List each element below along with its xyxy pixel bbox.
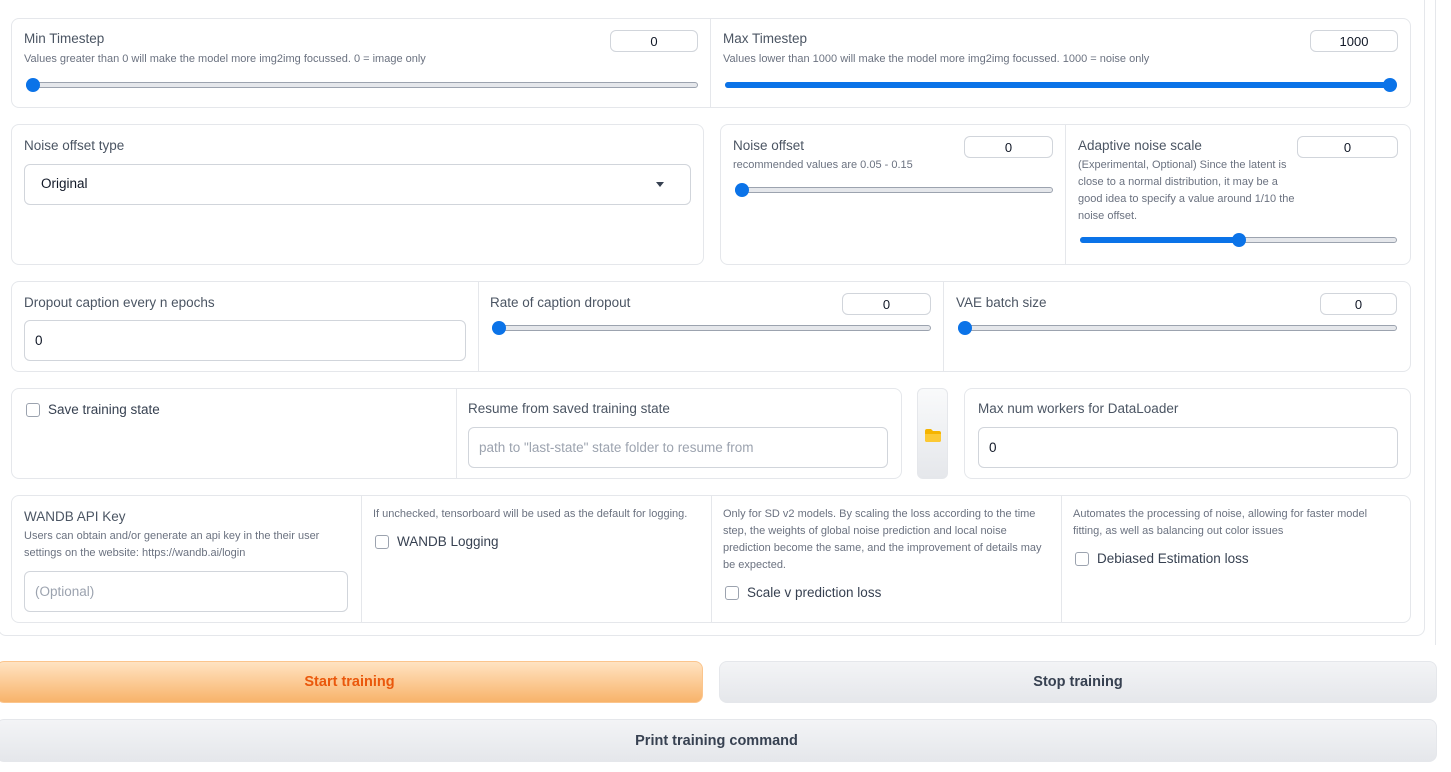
vae-batch-size-slider[interactable] (958, 321, 1397, 337)
min-timestep-label: Min Timestep (24, 31, 105, 46)
wandb-logging-label: WANDB Logging (397, 534, 499, 549)
training-state-group: Save training state Resume from saved tr… (11, 388, 902, 479)
noise-offset-slider[interactable] (735, 183, 1053, 199)
wandb-logging-info: If unchecked, tensorboard will be used a… (373, 508, 688, 520)
slider-thumb[interactable] (958, 321, 972, 335)
wandb-api-key-label: WANDB API Key (24, 509, 126, 524)
scale-v-info: Only for SD v2 models. By scaling the lo… (723, 508, 1042, 571)
caption-dropout-rate-input[interactable] (842, 293, 931, 315)
wandb-api-key-input[interactable] (24, 571, 348, 612)
max-workers-label: Max num workers for DataLoader (978, 401, 1179, 416)
panel-edge (1435, 0, 1436, 645)
workers-group: Max num workers for DataLoader (964, 388, 1411, 479)
max-timestep-input[interactable] (1310, 30, 1398, 52)
adaptive-noise-label: Adaptive noise scale (1078, 138, 1202, 153)
save-training-state-checkbox[interactable] (26, 403, 40, 417)
stop-training-button[interactable]: Stop training (719, 661, 1437, 703)
caption-dropout-rate-slider[interactable] (492, 321, 931, 337)
slider-thumb[interactable] (1231, 233, 1246, 247)
max-workers-input[interactable] (978, 427, 1398, 468)
adaptive-noise-info: (Experimental, Optional) Since the laten… (1078, 159, 1295, 222)
noise-offset-type-dropdown[interactable]: Original (24, 164, 691, 205)
debiased-info: Automates the processing of noise, allow… (1073, 508, 1368, 537)
wandb-logging-checkbox[interactable] (375, 535, 389, 549)
resume-state-input[interactable] (468, 427, 888, 468)
adaptive-noise-slider[interactable] (1080, 233, 1397, 249)
min-timestep-info: Values greater than 0 will make the mode… (24, 53, 426, 65)
slider-thumb[interactable] (492, 321, 506, 335)
noise-offset-input[interactable] (964, 136, 1053, 158)
caption-dropout-rate-label: Rate of caption dropout (490, 295, 631, 310)
noise-type-group: Noise offset type Original (11, 124, 704, 265)
start-training-button[interactable]: Start training (0, 661, 703, 703)
max-timestep-slider[interactable] (725, 78, 1397, 94)
debiased-checkbox[interactable] (1075, 552, 1089, 566)
timestep-group: Min Timestep Values greater than 0 will … (11, 18, 1411, 108)
min-timestep-input[interactable] (610, 30, 698, 52)
adaptive-noise-input[interactable] (1297, 136, 1398, 158)
vae-batch-size-input[interactable] (1320, 293, 1397, 315)
vae-batch-size-label: VAE batch size (956, 295, 1047, 310)
noise-offset-type-value: Original (41, 176, 88, 191)
noise-offset-label: Noise offset (733, 138, 805, 153)
resume-state-label: Resume from saved training state (468, 401, 670, 416)
dropout-group: Dropout caption every n epochs Rate of c… (11, 281, 1411, 372)
browse-folder-button[interactable] (917, 388, 948, 479)
noise-offset-type-label: Noise offset type (24, 138, 125, 153)
slider-thumb[interactable] (1383, 78, 1397, 92)
dropout-every-n-input[interactable] (24, 320, 466, 361)
noise-offset-group: Noise offset recommended values are 0.05… (720, 124, 1411, 265)
dropout-every-n-label: Dropout caption every n epochs (24, 295, 215, 310)
slider-thumb[interactable] (735, 183, 749, 197)
scale-v-label: Scale v prediction loss (747, 585, 882, 600)
folder-icon (925, 429, 941, 442)
print-training-command-button[interactable]: Print training command (0, 719, 1437, 762)
slider-thumb[interactable] (26, 78, 40, 92)
min-timestep-slider[interactable] (26, 78, 698, 94)
max-timestep-label: Max Timestep (723, 31, 808, 46)
noise-offset-info: recommended values are 0.05 - 0.15 (733, 159, 913, 171)
logging-group: WANDB API Key Users can obtain and/or ge… (11, 495, 1411, 623)
scale-v-checkbox[interactable] (725, 586, 739, 600)
chevron-down-icon (656, 182, 664, 187)
max-timestep-info: Values lower than 1000 will make the mod… (723, 53, 1150, 65)
debiased-label: Debiased Estimation loss (1097, 551, 1249, 566)
wandb-api-key-info: Users can obtain and/or generate an api … (24, 530, 320, 559)
save-training-state-label: Save training state (48, 402, 160, 417)
